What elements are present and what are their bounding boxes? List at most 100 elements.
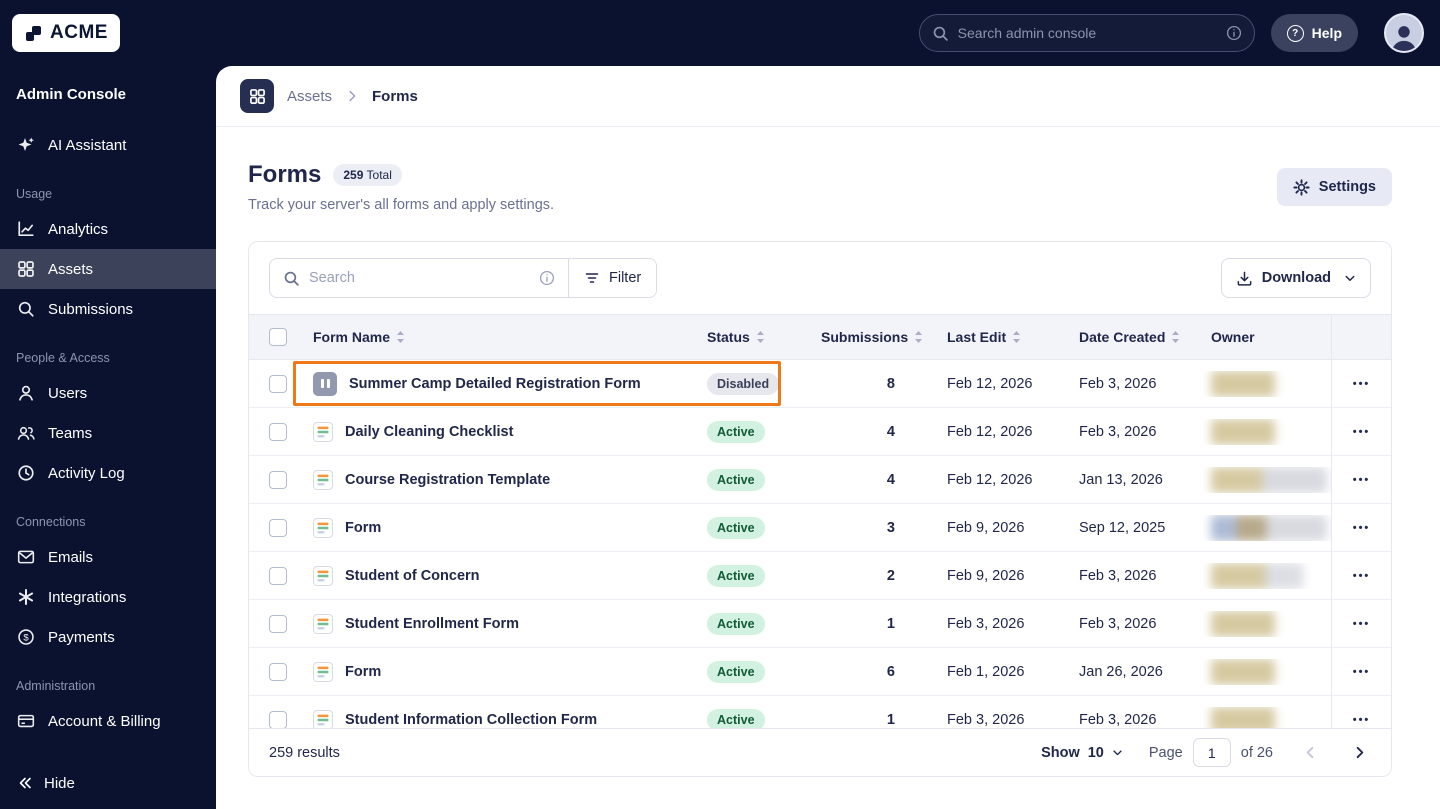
admin-console-search[interactable] [918, 14, 1255, 52]
sidebar-item-label: Payments [48, 628, 115, 646]
row-checkbox[interactable] [269, 374, 287, 393]
sidebar-item-account-billing[interactable]: Account & Billing [0, 701, 216, 741]
column-header-owner[interactable]: Owner [1203, 329, 1331, 345]
sidebar-item-teams[interactable]: Teams [0, 413, 216, 453]
row-actions-button[interactable]: ••• [1331, 504, 1391, 551]
form-name-link[interactable]: Daily Cleaning Checklist [345, 424, 513, 440]
download-icon [1236, 270, 1253, 287]
form-name-link[interactable]: Student Information Collection Form [345, 712, 597, 728]
sidebar-item-label: Activity Log [48, 464, 125, 482]
main-panel: Assets Forms Forms 259 Total Track your … [216, 66, 1440, 809]
form-name-link[interactable]: Course Registration Template [345, 472, 550, 488]
table-row: Daily Cleaning Checklist Active 4 Feb 12… [249, 408, 1391, 456]
filter-button[interactable]: Filter [568, 259, 657, 297]
row-actions-button[interactable]: ••• [1331, 408, 1391, 455]
breadcrumb-assets-link[interactable]: Assets [287, 88, 332, 105]
row-actions-button[interactable]: ••• [1331, 552, 1391, 599]
row-checkbox[interactable] [269, 566, 287, 585]
svg-text:$: $ [23, 632, 29, 643]
envelope-icon [16, 548, 36, 566]
page-number-input[interactable] [1192, 738, 1231, 767]
download-label: Download [1261, 270, 1331, 286]
form-name-link[interactable]: Student Enrollment Form [345, 616, 519, 632]
previous-page-button[interactable] [1299, 741, 1322, 764]
row-checkbox[interactable] [269, 470, 287, 489]
total-count: 259 [343, 168, 364, 182]
sidebar-item-assets[interactable]: Assets [0, 249, 216, 289]
sidebar-section-connections: Connections [16, 515, 86, 529]
column-header-last-edit[interactable]: Last Edit [939, 329, 1071, 345]
row-checkbox[interactable] [269, 422, 287, 441]
column-header-submissions[interactable]: Submissions [811, 329, 939, 345]
owner-redacted-avatar [1211, 370, 1275, 397]
page-title: Forms [248, 161, 322, 188]
status-badge: Active [707, 468, 765, 491]
sort-arrows-icon [1012, 330, 1021, 344]
row-actions-button[interactable]: ••• [1331, 696, 1391, 728]
table-row: Student of Concern Active 2 Feb 9, 2026 … [249, 552, 1391, 600]
pause-icon [313, 371, 337, 396]
status-badge: Active [707, 564, 765, 587]
sidebar-hide-button[interactable]: Hide [0, 757, 216, 809]
row-checkbox[interactable] [269, 710, 287, 728]
column-label: Submissions [821, 328, 909, 345]
owner-redacted-avatar [1211, 610, 1275, 637]
logo-text: ACME [50, 22, 108, 43]
sidebar-item-ai-assistant[interactable]: AI Assistant [0, 125, 216, 165]
sidebar-section-usage: Usage [16, 187, 53, 201]
info-circle-icon [539, 270, 555, 286]
sidebar-item-label: AI Assistant [48, 136, 127, 154]
row-actions-button[interactable]: ••• [1331, 600, 1391, 647]
row-checkbox[interactable] [269, 518, 287, 537]
row-actions-button[interactable]: ••• [1331, 456, 1391, 503]
credit-card-icon [16, 712, 36, 730]
column-header-date-created[interactable]: Date Created [1071, 329, 1181, 345]
topbar: ACME ? Help [0, 0, 1440, 66]
user-avatar[interactable] [1384, 13, 1424, 53]
table-search[interactable] [270, 259, 568, 297]
sidebar-item-emails[interactable]: Emails [0, 537, 216, 577]
sidebar: Admin Console AI Assistant Usage Analyti… [0, 66, 216, 809]
row-checkbox[interactable] [269, 662, 287, 681]
column-header-form-name[interactable]: Form Name [305, 329, 697, 345]
asterisk-icon [16, 588, 36, 606]
form-name-link[interactable]: Form [345, 664, 381, 680]
grid-icon [16, 260, 36, 278]
sidebar-item-analytics[interactable]: Analytics [0, 209, 216, 249]
submissions-count: 6 [886, 663, 895, 680]
status-badge: Active [707, 516, 765, 539]
sidebar-item-label: Submissions [48, 300, 134, 318]
select-all-checkbox[interactable] [269, 328, 287, 346]
form-document-icon [313, 613, 333, 634]
person-icon [16, 384, 36, 402]
sidebar-item-submissions[interactable]: Submissions [0, 289, 216, 329]
search-icon [932, 25, 949, 42]
sidebar-item-activity-log[interactable]: Activity Log [0, 453, 216, 493]
info-circle-icon [1226, 25, 1242, 41]
sidebar-item-payments[interactable]: $ Payments [0, 617, 216, 657]
row-checkbox[interactable] [269, 614, 287, 633]
page-size-select[interactable]: Show 10 [1041, 745, 1123, 761]
form-name-link[interactable]: Form [345, 520, 381, 536]
sidebar-item-integrations[interactable]: Integrations [0, 577, 216, 617]
sidebar-section-people-access: People & Access [16, 351, 110, 365]
sort-arrows-icon [756, 330, 765, 344]
admin-search-input[interactable] [957, 25, 1217, 41]
form-document-icon [313, 517, 333, 538]
row-actions-button[interactable]: ••• [1331, 360, 1391, 407]
help-button[interactable]: ? Help [1270, 14, 1358, 52]
date-created: Feb 3, 2026 [1079, 711, 1157, 728]
sidebar-item-users[interactable]: Users [0, 373, 216, 413]
column-header-status[interactable]: Status [697, 329, 811, 345]
download-button[interactable]: Download [1220, 258, 1371, 298]
acme-logo[interactable]: ACME [12, 14, 120, 52]
last-edit-date: Feb 3, 2026 [947, 615, 1025, 632]
last-edit-date: Feb 9, 2026 [947, 519, 1025, 536]
form-name-link[interactable]: Summer Camp Detailed Registration Form [349, 376, 641, 392]
table-search-input[interactable] [309, 270, 530, 286]
row-actions-button[interactable]: ••• [1331, 648, 1391, 695]
next-page-button[interactable] [1348, 741, 1371, 764]
settings-button[interactable]: Settings [1276, 168, 1392, 206]
ellipsis-icon: ••• [1352, 617, 1371, 630]
form-name-link[interactable]: Student of Concern [345, 568, 480, 584]
